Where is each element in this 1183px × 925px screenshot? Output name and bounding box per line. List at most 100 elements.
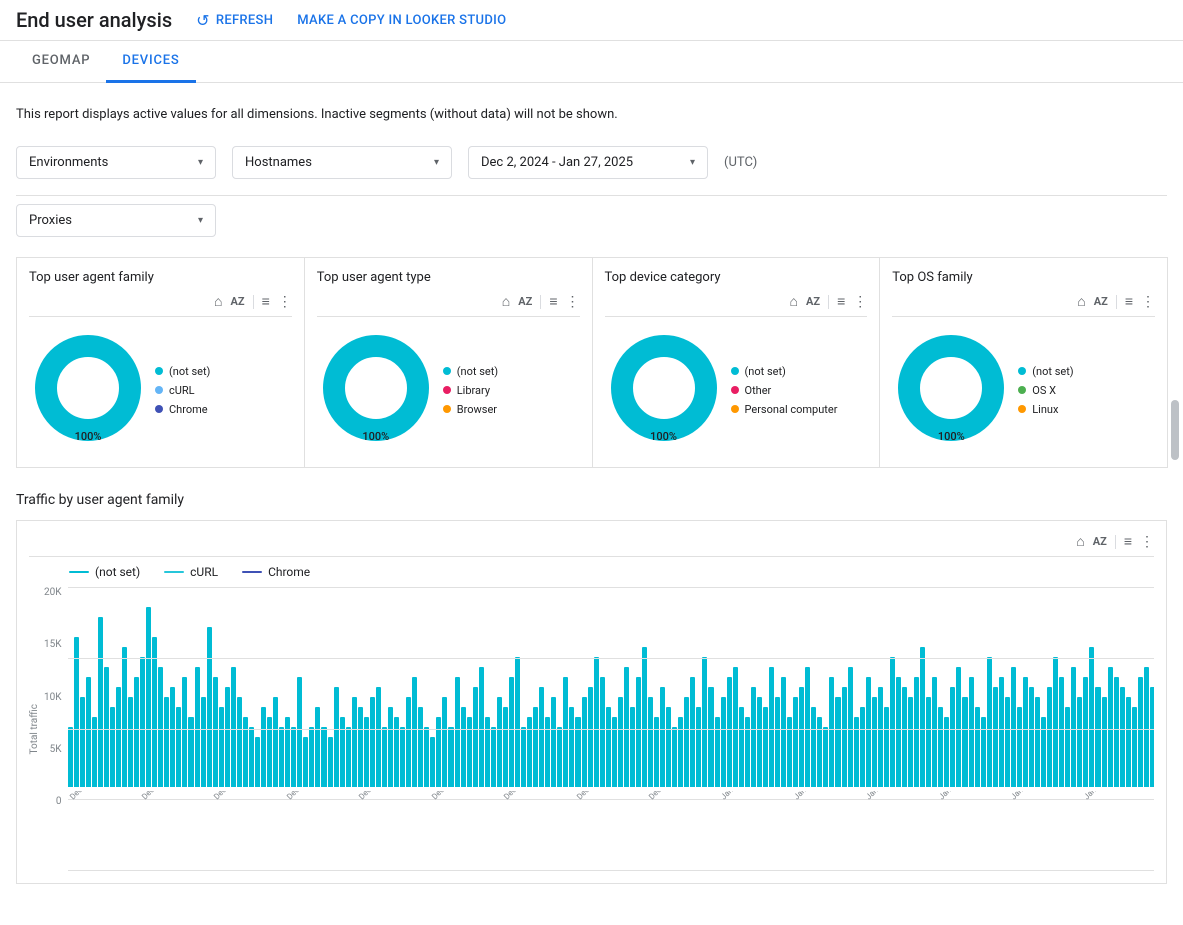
bar (1108, 667, 1113, 787)
bar (509, 677, 514, 787)
traffic-chart-wrapper: ⌂ AZ ≡ ⋮ (not set) cURL Chrome (16, 520, 1167, 884)
bar (418, 707, 423, 787)
bar (1126, 697, 1131, 787)
filter-icon[interactable]: ≡ (262, 293, 270, 310)
bar (872, 697, 877, 787)
y-label: 15K (44, 639, 62, 650)
bar (606, 707, 611, 787)
bar (340, 717, 345, 787)
tab-geomap[interactable]: GEOMAP (16, 41, 106, 83)
az-icon[interactable]: AZ (231, 295, 245, 308)
az-icon[interactable]: AZ (806, 295, 820, 308)
bar (811, 707, 816, 787)
bar (201, 697, 206, 787)
chevron-down-icon: ▾ (434, 157, 439, 168)
bar (908, 697, 913, 787)
legend-item: Chrome (155, 403, 210, 416)
donut-percent-4: 100% (938, 430, 965, 443)
bar (1005, 697, 1010, 787)
legend-dot (1018, 386, 1026, 394)
home-icon[interactable]: ⌂ (1077, 293, 1085, 310)
filter-icon[interactable]: ≡ (1124, 533, 1132, 550)
bar (140, 657, 145, 787)
legend-label: Library (457, 384, 490, 397)
az-icon[interactable]: AZ (1093, 535, 1107, 548)
az-icon[interactable]: AZ (1094, 295, 1108, 308)
filter-icon[interactable]: ≡ (1125, 293, 1133, 310)
more-icon[interactable]: ⋮ (1141, 294, 1155, 310)
bar (727, 677, 732, 787)
bar (406, 697, 411, 787)
bar (799, 687, 804, 787)
x-axis: Dec 2, 2024, 12AMDec 5, 2024, 2AMDec 9, … (68, 791, 1154, 871)
legend-dot (731, 367, 739, 375)
more-icon[interactable]: ⋮ (1140, 534, 1154, 550)
scrollbar[interactable] (1171, 400, 1179, 460)
home-icon[interactable]: ⌂ (214, 293, 222, 310)
bar (696, 707, 701, 787)
bar (1144, 667, 1149, 787)
bar (80, 697, 85, 787)
environments-filter[interactable]: Environments ▾ (16, 146, 216, 179)
divider (540, 295, 541, 309)
tab-devices[interactable]: DEVICES (106, 41, 195, 83)
bar (902, 687, 907, 787)
bar (285, 717, 290, 787)
bar (678, 717, 683, 787)
legend-item: Personal computer (731, 403, 838, 416)
donut-area-2: 100% (not set) Library Browser (317, 325, 580, 455)
bar (588, 687, 593, 787)
bar (932, 677, 937, 787)
bar (1065, 707, 1070, 787)
bar (1083, 677, 1088, 787)
filter-icon[interactable]: ≡ (549, 293, 557, 310)
bar (1035, 697, 1040, 787)
legend-label: (not set) (1032, 365, 1073, 378)
bar (860, 707, 865, 787)
chart-os-family: Top OS family ⌂ AZ ≡ ⋮ 100% (879, 257, 1168, 468)
make-copy-button[interactable]: MAKE A COPY IN LOOKER STUDIO (297, 13, 506, 28)
bar (430, 737, 435, 787)
bar (503, 707, 508, 787)
bar (1071, 667, 1076, 787)
bar (648, 697, 653, 787)
bar (134, 677, 139, 787)
bar (702, 657, 707, 787)
bar (225, 687, 230, 787)
home-icon[interactable]: ⌂ (502, 293, 510, 310)
bar (533, 707, 538, 787)
refresh-button[interactable]: ↺ REFRESH (196, 11, 273, 30)
more-icon[interactable]: ⋮ (278, 294, 292, 310)
donut-chart-4: 100% (896, 333, 1006, 447)
more-icon[interactable]: ⋮ (566, 294, 580, 310)
home-icon[interactable]: ⌂ (790, 293, 798, 310)
bar (624, 667, 629, 787)
chart-main: Dec 2, 2024, 12AMDec 5, 2024, 2AMDec 9, … (68, 587, 1154, 871)
az-icon[interactable]: AZ (518, 295, 532, 308)
bar (896, 677, 901, 787)
donut-chart-3: 100% (609, 333, 719, 447)
bar (962, 697, 967, 787)
bar (1138, 677, 1143, 787)
date-range-filter[interactable]: Dec 2, 2024 - Jan 27, 2025 ▾ (468, 146, 708, 179)
bar (1120, 687, 1125, 787)
hostnames-filter[interactable]: Hostnames ▾ (232, 146, 452, 179)
bar (739, 707, 744, 787)
bar (74, 637, 79, 787)
bar (436, 717, 441, 787)
legend-item: (not set) (1018, 365, 1073, 378)
divider (253, 295, 254, 309)
filters-row-2: Proxies ▾ (16, 195, 1167, 237)
more-icon[interactable]: ⋮ (853, 294, 867, 310)
bar (346, 727, 351, 787)
home-icon[interactable]: ⌂ (1076, 533, 1084, 550)
donut-area-4: 100% (not set) OS X Linux (892, 325, 1155, 455)
chart-device-category: Top device category ⌂ AZ ≡ ⋮ 100% (592, 257, 881, 468)
proxies-filter[interactable]: Proxies ▾ (16, 204, 216, 237)
main-content: This report displays active values for a… (0, 83, 1183, 900)
traffic-legend: (not set) cURL Chrome (29, 565, 1154, 579)
filter-icon[interactable]: ≡ (837, 293, 845, 310)
chart-title-3: Top device category (605, 270, 868, 285)
filters-row-1: Environments ▾ Hostnames ▾ Dec 2, 2024 -… (16, 146, 1167, 179)
bar (164, 697, 169, 787)
